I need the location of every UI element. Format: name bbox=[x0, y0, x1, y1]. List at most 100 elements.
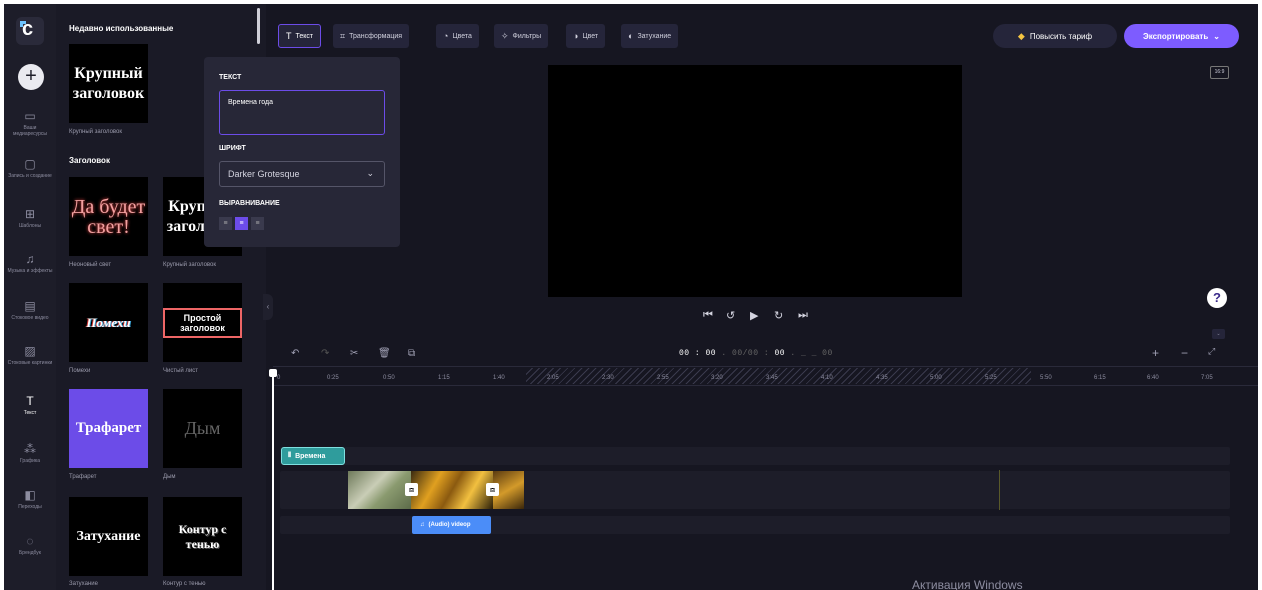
timecode: 00 : 00 . 00/00 : 00 . _ _ 00 bbox=[679, 349, 833, 358]
rail-item-templates[interactable]: ⊞ Шаблоны bbox=[4, 207, 56, 229]
rail-item-stock-images[interactable]: ▨ Стоковые картинки bbox=[4, 344, 56, 366]
text-properties-popup: ТЕКСТ Времена года ШРИФТ Darker Grotesqu… bbox=[204, 57, 400, 247]
rail-item-media[interactable]: ▭ Ваши медиаресурсы bbox=[4, 109, 56, 137]
tab-fade[interactable]: ◐ Затухание bbox=[621, 24, 679, 48]
title-tile[interactable]: Трафарет bbox=[69, 389, 148, 468]
rail-item-brand-kit[interactable]: ◌ Брендбук bbox=[4, 534, 56, 556]
font-label: ШРИФТ bbox=[219, 145, 246, 152]
recent-title: Недавно использованные bbox=[69, 24, 174, 33]
music-note-icon: ♫ bbox=[420, 522, 425, 528]
video-preview[interactable] bbox=[548, 65, 962, 297]
play-icon[interactable]: ▶ bbox=[750, 309, 758, 322]
skip-forward-icon[interactable]: ⏭ bbox=[798, 309, 808, 322]
title-tile[interactable]: Крупный заголовок bbox=[69, 44, 148, 123]
stock-image-icon: ▨ bbox=[24, 344, 36, 358]
collapse-panel-button[interactable]: ‹ bbox=[263, 294, 273, 320]
upgrade-button[interactable]: ◆ Повысить тариф bbox=[993, 24, 1117, 48]
ruler-tick: 6:40 bbox=[1147, 375, 1159, 381]
tile-caption: Крупный заголовок bbox=[163, 262, 216, 268]
ruler-tick: 5:00 bbox=[930, 375, 942, 381]
font-select[interactable]: Darker Grotesque ⌄ bbox=[219, 161, 385, 187]
title-tile[interactable]: Да будет свет! bbox=[69, 177, 148, 256]
add-media-button[interactable]: + bbox=[18, 64, 44, 90]
tab-transform[interactable]: ⌗ Трансформация bbox=[333, 24, 410, 48]
text-label: ТЕКСТ bbox=[219, 74, 242, 81]
align-left-button[interactable]: ≡ bbox=[219, 217, 232, 230]
video-editor-app: c + ▭ Ваши медиаресурсы ▢ Запись и созда… bbox=[4, 4, 1258, 590]
chevron-down-icon: ⌄ bbox=[366, 168, 374, 178]
title-tile[interactable]: Помехи bbox=[69, 283, 148, 362]
duplicate-icon[interactable]: ⧉ bbox=[408, 348, 415, 359]
text-input[interactable]: Времена года bbox=[219, 90, 385, 135]
title-tile[interactable]: Простой заголовок bbox=[163, 283, 242, 362]
stock-video-icon: ▤ bbox=[24, 299, 36, 313]
tile-caption: Крупный заголовок bbox=[69, 129, 122, 135]
tile-caption: Дым bbox=[163, 474, 176, 480]
folder-icon: ▭ bbox=[24, 109, 36, 123]
ruler-tick: 1:15 bbox=[438, 375, 450, 381]
diamond-icon: ◆ bbox=[1017, 30, 1025, 41]
brand-kit-icon: ◌ bbox=[26, 534, 34, 548]
zoom-out-icon[interactable]: − bbox=[1181, 346, 1188, 360]
ruler-tick: 1:40 bbox=[493, 375, 505, 381]
tab-text[interactable]: T Текст bbox=[278, 24, 322, 48]
rewind-5-icon[interactable]: ↺ bbox=[726, 309, 735, 322]
ruler-tick: 0 bbox=[277, 375, 281, 381]
app-logo[interactable]: c bbox=[16, 17, 44, 45]
title-tile[interactable]: Затухание bbox=[69, 497, 148, 576]
transition-icon[interactable]: ⧈ bbox=[405, 483, 418, 496]
tile-caption: Помехи bbox=[69, 368, 91, 374]
video-clip[interactable] bbox=[348, 471, 412, 509]
forward-5-icon[interactable]: ↻ bbox=[774, 309, 783, 322]
tile-caption: Трафарет bbox=[69, 474, 97, 480]
panel-scrollbar[interactable] bbox=[257, 8, 260, 44]
align-center-button[interactable]: ≡ bbox=[235, 217, 248, 230]
title-tile[interactable]: Дым bbox=[163, 389, 242, 468]
ruler-tick: 4:35 bbox=[876, 375, 888, 381]
tile-caption: Неоновый свет bbox=[69, 262, 112, 268]
ruler-tick: 2:30 bbox=[602, 375, 614, 381]
audio-clip[interactable]: ♫ (Audio) videop bbox=[412, 516, 491, 534]
rail-item-stock-video[interactable]: ▤ Стоковое видео bbox=[4, 299, 56, 321]
rail-item-record[interactable]: ▢ Запись и создание bbox=[4, 157, 56, 179]
transition-icon[interactable]: ⧈ bbox=[486, 483, 499, 496]
zoom-in-icon[interactable]: + bbox=[1152, 346, 1159, 360]
transitions-icon: ◧ bbox=[24, 488, 36, 502]
colors-icon: ◔ bbox=[443, 31, 449, 41]
aspect-ratio-button[interactable]: 16:9 bbox=[1210, 66, 1229, 79]
skip-back-icon[interactable]: ⏮ bbox=[703, 309, 713, 322]
rail-item-graphics[interactable]: ⁂ Графика bbox=[4, 442, 56, 464]
chevron-down-icon[interactable]: ⌄ bbox=[1212, 329, 1225, 339]
delete-icon[interactable]: 🗑 bbox=[378, 348, 391, 359]
redo-icon[interactable]: ↷ bbox=[321, 348, 329, 359]
ruler-tick: 2:05 bbox=[547, 375, 559, 381]
video-clip[interactable] bbox=[411, 471, 493, 509]
transform-icon: ⌗ bbox=[340, 30, 346, 41]
export-button[interactable]: Экспортировать ⌄ bbox=[1124, 24, 1239, 48]
tab-color[interactable]: ◑ Цвет bbox=[566, 24, 606, 48]
tile-caption: Контур с тенью bbox=[163, 581, 206, 587]
split-icon[interactable]: ✂ bbox=[350, 348, 358, 359]
help-button[interactable]: ? bbox=[1207, 288, 1227, 308]
tab-filters[interactable]: ✧ Фильтры bbox=[494, 24, 549, 48]
filters-icon: ✧ bbox=[501, 30, 509, 41]
ruler-tick: 0:25 bbox=[327, 375, 339, 381]
text-icon: T bbox=[26, 394, 34, 408]
chevron-down-icon: ⌄ bbox=[1213, 31, 1220, 41]
text-track[interactable] bbox=[280, 447, 1230, 465]
ruler-tick: 2:55 bbox=[657, 375, 669, 381]
ruler-tick: 7:05 bbox=[1201, 375, 1213, 381]
title-tile[interactable]: Контур с тенью bbox=[163, 497, 242, 576]
titles-section-header: Заголовок bbox=[69, 156, 110, 165]
align-right-button[interactable]: ≡ bbox=[251, 217, 264, 230]
text-clip[interactable]: ⦀ Времена bbox=[281, 447, 345, 465]
tab-colors[interactable]: ◔ Цвета bbox=[436, 24, 479, 48]
rail-item-text[interactable]: T Текст bbox=[4, 394, 56, 416]
undo-icon[interactable]: ↶ bbox=[291, 348, 299, 359]
fit-timeline-icon[interactable]: ⤢ bbox=[1208, 346, 1215, 357]
windows-activation-watermark: Активация Windows bbox=[912, 578, 1023, 590]
music-icon: ♫ bbox=[25, 252, 35, 266]
rail-item-transitions[interactable]: ◧ Переходы bbox=[4, 488, 56, 510]
playhead[interactable] bbox=[269, 369, 277, 590]
rail-item-music[interactable]: ♫ Музыка и эффекты bbox=[4, 252, 56, 274]
